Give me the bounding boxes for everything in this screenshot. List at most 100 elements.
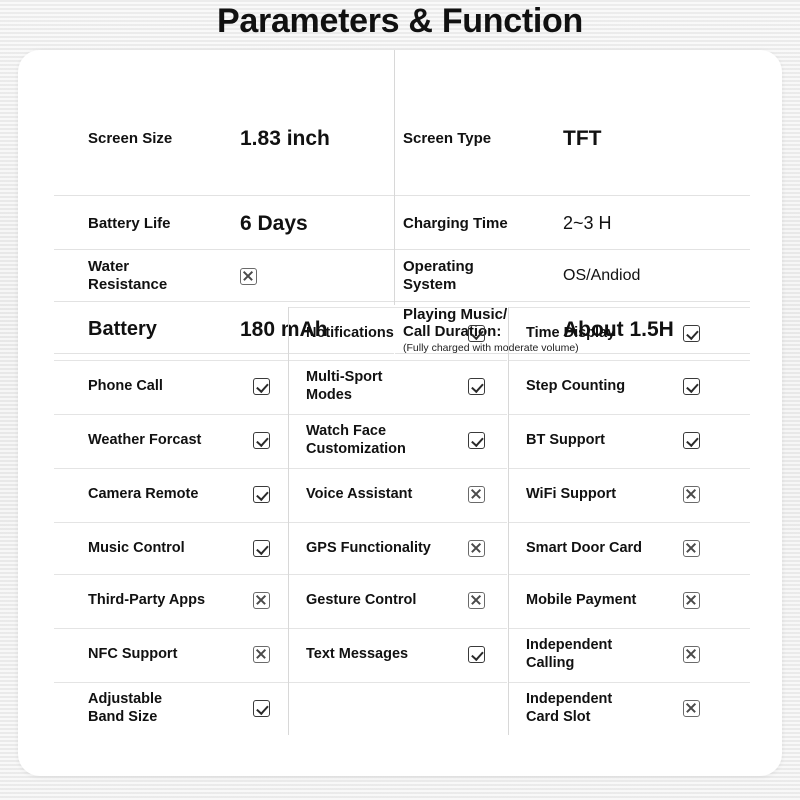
specifications-table: Screen Size 1.83 inch Screen Type TFT Batter… [18,50,782,354]
feature-label-cell: Notifications [306,307,394,360]
feature-mark-cell[interactable] [468,307,485,360]
checkbox-checked-icon[interactable] [253,700,270,717]
checkbox-checked-icon[interactable] [683,432,700,449]
feature-mark-cell[interactable] [683,628,700,681]
feature-label-cell: Adjustable Band Size [88,682,162,735]
feature-label-cell: Camera Remote [88,468,198,521]
checkbox-crossed-icon[interactable] [468,592,485,609]
feature-label: Multi-Sport Modes [306,369,383,403]
feature-label-cell: Phone Call [88,360,163,413]
checkbox-crossed-icon[interactable] [240,267,257,285]
feature-label: WiFi Support [526,485,617,502]
feature-mark-cell[interactable] [468,468,485,521]
checkbox-checked-icon[interactable] [253,432,270,449]
feature-label-cell: WiFi Support [526,468,616,521]
spec-value: TFT [563,127,602,150]
checkbox-crossed-icon[interactable] [468,540,485,557]
spec-value: 6 Days [240,211,308,235]
features-grid: Notifications Time Display Phone Call Multi… [18,305,782,776]
spec-row-divider [54,301,394,302]
feature-row-divider [509,360,750,361]
feature-mark-cell[interactable] [683,682,700,735]
feature-mark-cell[interactable] [683,307,700,360]
feature-mark-cell[interactable] [253,682,270,735]
checkbox-crossed-icon[interactable] [253,592,270,609]
checkbox-checked-icon[interactable] [253,378,270,395]
feature-mark-cell[interactable] [468,414,485,467]
checkbox-crossed-icon[interactable] [468,486,485,503]
checkbox-crossed-icon[interactable] [683,486,700,503]
checkbox-checked-icon[interactable] [683,325,700,342]
checkbox-checked-icon[interactable] [468,325,485,342]
feature-row-divider [54,414,288,415]
feature-row-divider [54,360,288,361]
feature-label: Independent Calling [526,637,613,671]
checkbox-crossed-icon[interactable] [683,700,700,717]
feature-label: Camera Remote [88,485,199,502]
feature-label: Text Messages [306,645,409,662]
feature-row-divider [289,360,507,361]
feature-label: Weather Forcast [88,431,202,448]
page-title: Parameters & Function [217,2,583,40]
feature-label: Mobile Payment [526,591,637,608]
feature-label-cell: NFC Support [88,628,177,681]
feature-row-divider [54,682,288,683]
feature-mark-cell[interactable] [253,468,270,521]
feature-label: Time Display [526,324,616,341]
spec-value-cell: 2~3 H [563,197,612,250]
feature-mark-cell[interactable] [683,414,700,467]
checkbox-checked-icon[interactable] [253,486,270,503]
spec-value-cell: 1.83 inch [240,110,330,168]
feature-mark-cell[interactable] [468,574,485,627]
checkbox-crossed-icon[interactable] [683,592,700,609]
spec-value-cell: 6 Days [240,197,308,250]
feature-label-cell: Multi-Sport Modes [306,360,383,413]
feature-label: Phone Call [88,377,163,394]
feature-mark-cell[interactable] [468,628,485,681]
feature-row-divider [509,414,750,415]
checkbox-crossed-icon[interactable] [253,646,270,663]
feature-label: Voice Assistant [306,485,413,502]
feature-column-divider [288,307,289,735]
feature-label: Watch Face Customization [306,423,406,457]
feature-row-divider [54,468,288,469]
feature-label: BT Support [526,431,605,448]
feature-mark-cell[interactable] [683,468,700,521]
feature-mark-cell[interactable] [253,574,270,627]
feature-mark-cell[interactable] [253,628,270,681]
spec-label: Screen Type [403,130,492,148]
feature-row-divider [289,574,507,575]
checkbox-checked-icon[interactable] [683,378,700,395]
feature-mark-cell[interactable] [253,360,270,413]
feature-label-cell: Step Counting [526,360,625,413]
feature-mark-cell[interactable] [683,574,700,627]
spec-label: Charging Time [403,214,508,232]
feature-label: NFC Support [88,645,178,662]
feature-mark-cell[interactable] [683,522,700,575]
feature-row-divider [509,522,750,523]
feature-row-divider [54,522,288,523]
feature-row-divider [509,682,750,683]
feature-mark-cell[interactable] [253,522,270,575]
checkbox-crossed-icon[interactable] [683,540,700,557]
feature-mark-cell[interactable] [683,360,700,413]
feature-label: Step Counting [526,377,626,394]
checkbox-crossed-icon[interactable] [683,646,700,663]
checkbox-checked-icon[interactable] [468,378,485,395]
feature-column-divider [508,307,509,735]
spec-row-divider [395,301,750,302]
spec-value: 2~3 H [563,213,612,233]
spec-label-cell: Battery Life [88,197,171,250]
feature-mark-cell[interactable] [468,360,485,413]
spec-value-cell [240,250,257,302]
checkbox-checked-icon[interactable] [468,432,485,449]
feature-label-cell: Weather Forcast [88,414,201,467]
feature-mark-cell[interactable] [253,414,270,467]
feature-mark-cell[interactable] [468,522,485,575]
feature-row-divider [289,468,507,469]
feature-label-cell: Gesture Control [306,574,416,627]
spec-label-cell: Water Resistance [88,250,167,302]
feature-label-cell: Mobile Payment [526,574,636,627]
checkbox-checked-icon[interactable] [253,540,270,557]
checkbox-checked-icon[interactable] [468,646,485,663]
